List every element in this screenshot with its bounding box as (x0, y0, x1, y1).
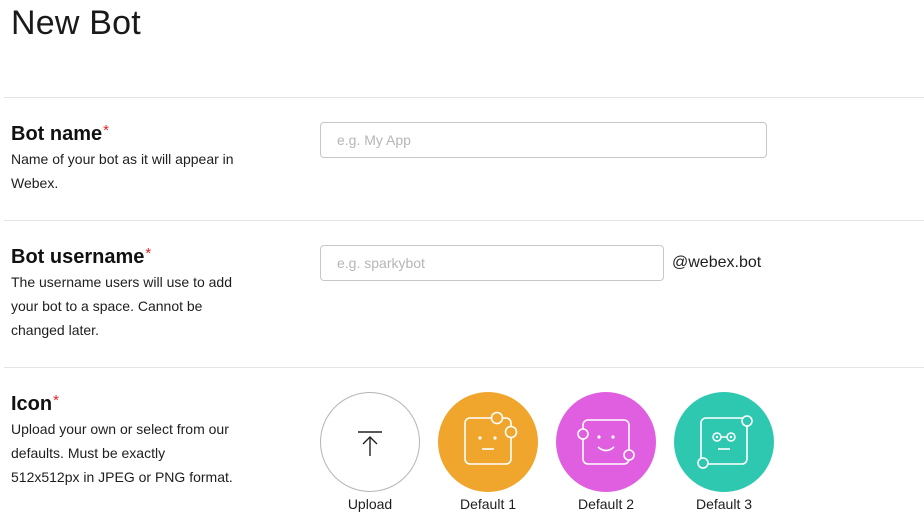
bot-username-label-row: Bot username* (11, 245, 251, 269)
required-marker: * (145, 245, 152, 262)
bot-name-description: Name of your bot as it will appear in We… (11, 151, 234, 191)
default-2-avatar[interactable] (556, 392, 656, 492)
icon-description: Upload your own or select from our defau… (11, 421, 233, 485)
icon-section: Icon* Upload your own or select from our… (11, 392, 251, 489)
divider (4, 97, 924, 98)
bot-username-label: Bot username (11, 246, 145, 268)
bot-face-icon (697, 415, 753, 469)
bot-name-input[interactable] (320, 122, 767, 158)
bot-name-label: Bot name (11, 123, 103, 145)
bot-username-input[interactable] (320, 245, 664, 281)
bot-face-icon (577, 419, 635, 465)
bot-name-section: Bot name* Name of your bot as it will ap… (11, 122, 251, 195)
bot-username-section: Bot username* The username users will us… (11, 245, 251, 342)
page-title: New Bot (11, 4, 141, 42)
icon-label: Icon (11, 393, 53, 415)
default-1-label: Default 1 (459, 496, 517, 512)
bot-face-icon (464, 411, 518, 465)
divider (4, 367, 924, 368)
upload-icon-option[interactable]: Upload (320, 392, 420, 514)
upload-button[interactable] (320, 392, 420, 492)
default-3-label: Default 3 (695, 496, 753, 512)
default-1-icon-option[interactable]: Default 1 (438, 392, 538, 514)
default-2-label: Default 2 (577, 496, 635, 512)
required-marker: * (53, 392, 59, 409)
icon-label-row: Icon* (11, 392, 251, 416)
default-3-icon-option[interactable]: Default 3 (674, 392, 774, 514)
bot-name-label-row: Bot name* (11, 122, 251, 146)
default-1-avatar[interactable] (438, 392, 538, 492)
default-3-avatar[interactable] (674, 392, 774, 492)
upload-arrow-icon (358, 431, 382, 456)
upload-label: Upload (347, 496, 393, 512)
new-bot-page: New Bot Bot name* Name of your bot as it… (0, 0, 924, 525)
default-2-icon-option[interactable]: Default 2 (556, 392, 656, 514)
divider (4, 220, 924, 221)
bot-username-description: The username users will use to add your … (11, 274, 232, 338)
username-domain-suffix: @webex.bot (672, 254, 762, 271)
required-marker: * (103, 122, 109, 139)
